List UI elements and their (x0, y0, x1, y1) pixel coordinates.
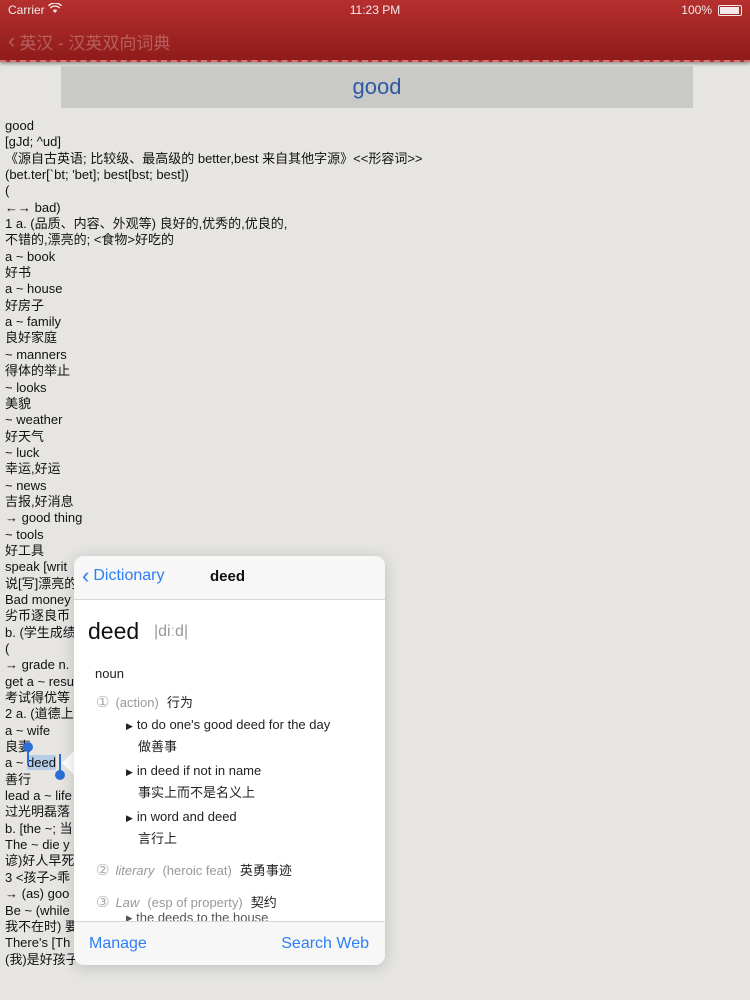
sense-label: (action) (115, 695, 159, 710)
entry-line: 1 a. (品质、内容、外观等) 良好的,优秀的,优良的, (5, 216, 288, 232)
example-cn: 言行上 (138, 831, 178, 846)
battery-percent: 100% (681, 3, 712, 17)
example-2: ▶ in deed if not in name 事实上而不是名义上 (126, 763, 261, 801)
dictionary-popover: ‹ Dictionary deed deed |diːd| noun ① (act… (74, 556, 385, 965)
entry-line: 《源自古英语; 比较级、最高级的 better,best 来自其他字源》<<形容… (5, 150, 423, 166)
part-of-speech: noun (95, 666, 124, 681)
popover-title: deed (210, 568, 246, 585)
sense-2: ② literary (heroic feat) 英勇事迹 (96, 860, 292, 879)
entry-line: a ~ family (5, 314, 61, 330)
sense-meaning: 行为 (166, 695, 193, 710)
back-button[interactable]: ‹ 英汉 - 汉英双向词典 (8, 28, 171, 53)
back-label: 英汉 - 汉英双向词典 (19, 33, 171, 53)
entry-line: 得体的举止 (5, 363, 71, 379)
entry-line: 好书 (5, 265, 32, 281)
entry-line: ~ looks (5, 379, 47, 395)
navigation-bar: Carrier 11:23 PM 100% ‹ 英汉 - 汉英双向词典 (0, 0, 750, 62)
dictionary-back-label: Dictionary (93, 567, 165, 584)
popover-arrow (62, 751, 74, 775)
word-title-banner: good (61, 66, 693, 108)
example-1: ▶ to do one's good deed for the day 做善事 (126, 717, 330, 755)
entry-line: (bet.ter[`bt; 'bet]; best[bst; best]) (5, 167, 189, 183)
dictionary-back-button[interactable]: ‹ Dictionary (82, 563, 165, 588)
bullet-triangle-icon: ▶ (126, 813, 133, 823)
entry-line: 吉报,好消息 (5, 493, 74, 509)
entry-line: 幸运,好运 (5, 461, 61, 477)
sense-label-2: (heroic feat) (162, 863, 232, 878)
selected-word[interactable]: deed (27, 755, 56, 771)
status-bar: Carrier 11:23 PM 100% (0, 0, 750, 20)
manage-button[interactable]: Manage (89, 935, 147, 953)
entry-line: 好房子 (5, 297, 45, 313)
example-en: in deed if not in name (136, 763, 262, 778)
battery-icon (718, 5, 742, 16)
definition-body[interactable]: deed |diːd| noun ① (action) 行为 ▶ to do one'… (74, 600, 385, 920)
sense-1: ① (action) 行为 (96, 692, 193, 711)
selection-handle-start[interactable] (23, 742, 33, 752)
bullet-triangle-icon: ▶ (126, 721, 133, 731)
entry-line: [gJd; ^ud] (5, 134, 61, 150)
entry-line: ~ luck (5, 444, 40, 460)
entry-line: ~ weather (5, 412, 63, 428)
sense-label-2: (esp of property) (147, 895, 243, 910)
bullet-triangle-icon: ▶ (126, 767, 133, 777)
sense-number: ① (96, 694, 110, 711)
entry-line: good (5, 118, 34, 133)
sense-meaning: 英勇事迹 (239, 863, 292, 878)
entry-line: 良好家庭 (5, 330, 58, 346)
headword: deed (88, 618, 140, 644)
popover-header: ‹ Dictionary deed (74, 556, 385, 600)
entry-line: 不错的,漂亮的; <食物>好吃的 (5, 232, 175, 248)
sense-3: ③ Law (esp of property) 契约 (96, 892, 277, 911)
entry-line: 美貌 (5, 395, 32, 411)
sense-label: literary (115, 863, 155, 878)
popover-footer: Manage Search Web (74, 921, 385, 965)
search-web-button[interactable]: Search Web (281, 935, 369, 953)
chevron-left-icon: ‹ (8, 28, 16, 53)
entry-line: a ~ house (5, 281, 63, 297)
sense-meaning: 契约 (250, 895, 277, 910)
clock: 11:23 PM (349, 3, 401, 17)
entry-line: ( (5, 183, 10, 199)
pronunciation: |diːd| (154, 623, 189, 640)
sense-label: Law (115, 895, 140, 910)
example-en: to do one's good deed for the day (136, 717, 331, 732)
example-cn: 做善事 (138, 739, 178, 754)
entry-line: ←→ bad) (5, 199, 61, 215)
example-3: ▶ in word and deed 言行上 (126, 809, 237, 847)
entry-line: 好天气 (5, 428, 45, 444)
entry-line: ~ news (5, 477, 47, 493)
selection-handle-bar-end (59, 754, 61, 771)
entry-line: ~ tools (5, 526, 44, 542)
entry-line: → good thing (5, 510, 83, 526)
entry-line: ~ manners (5, 346, 67, 362)
sense-number: ② (96, 862, 110, 879)
entry-line: a ~ book (5, 248, 56, 264)
chevron-left-icon: ‹ (82, 563, 90, 588)
example-en: in word and deed (136, 809, 237, 824)
sense-number: ③ (96, 894, 110, 911)
example-cn: 事实上而不是名义上 (138, 785, 256, 800)
